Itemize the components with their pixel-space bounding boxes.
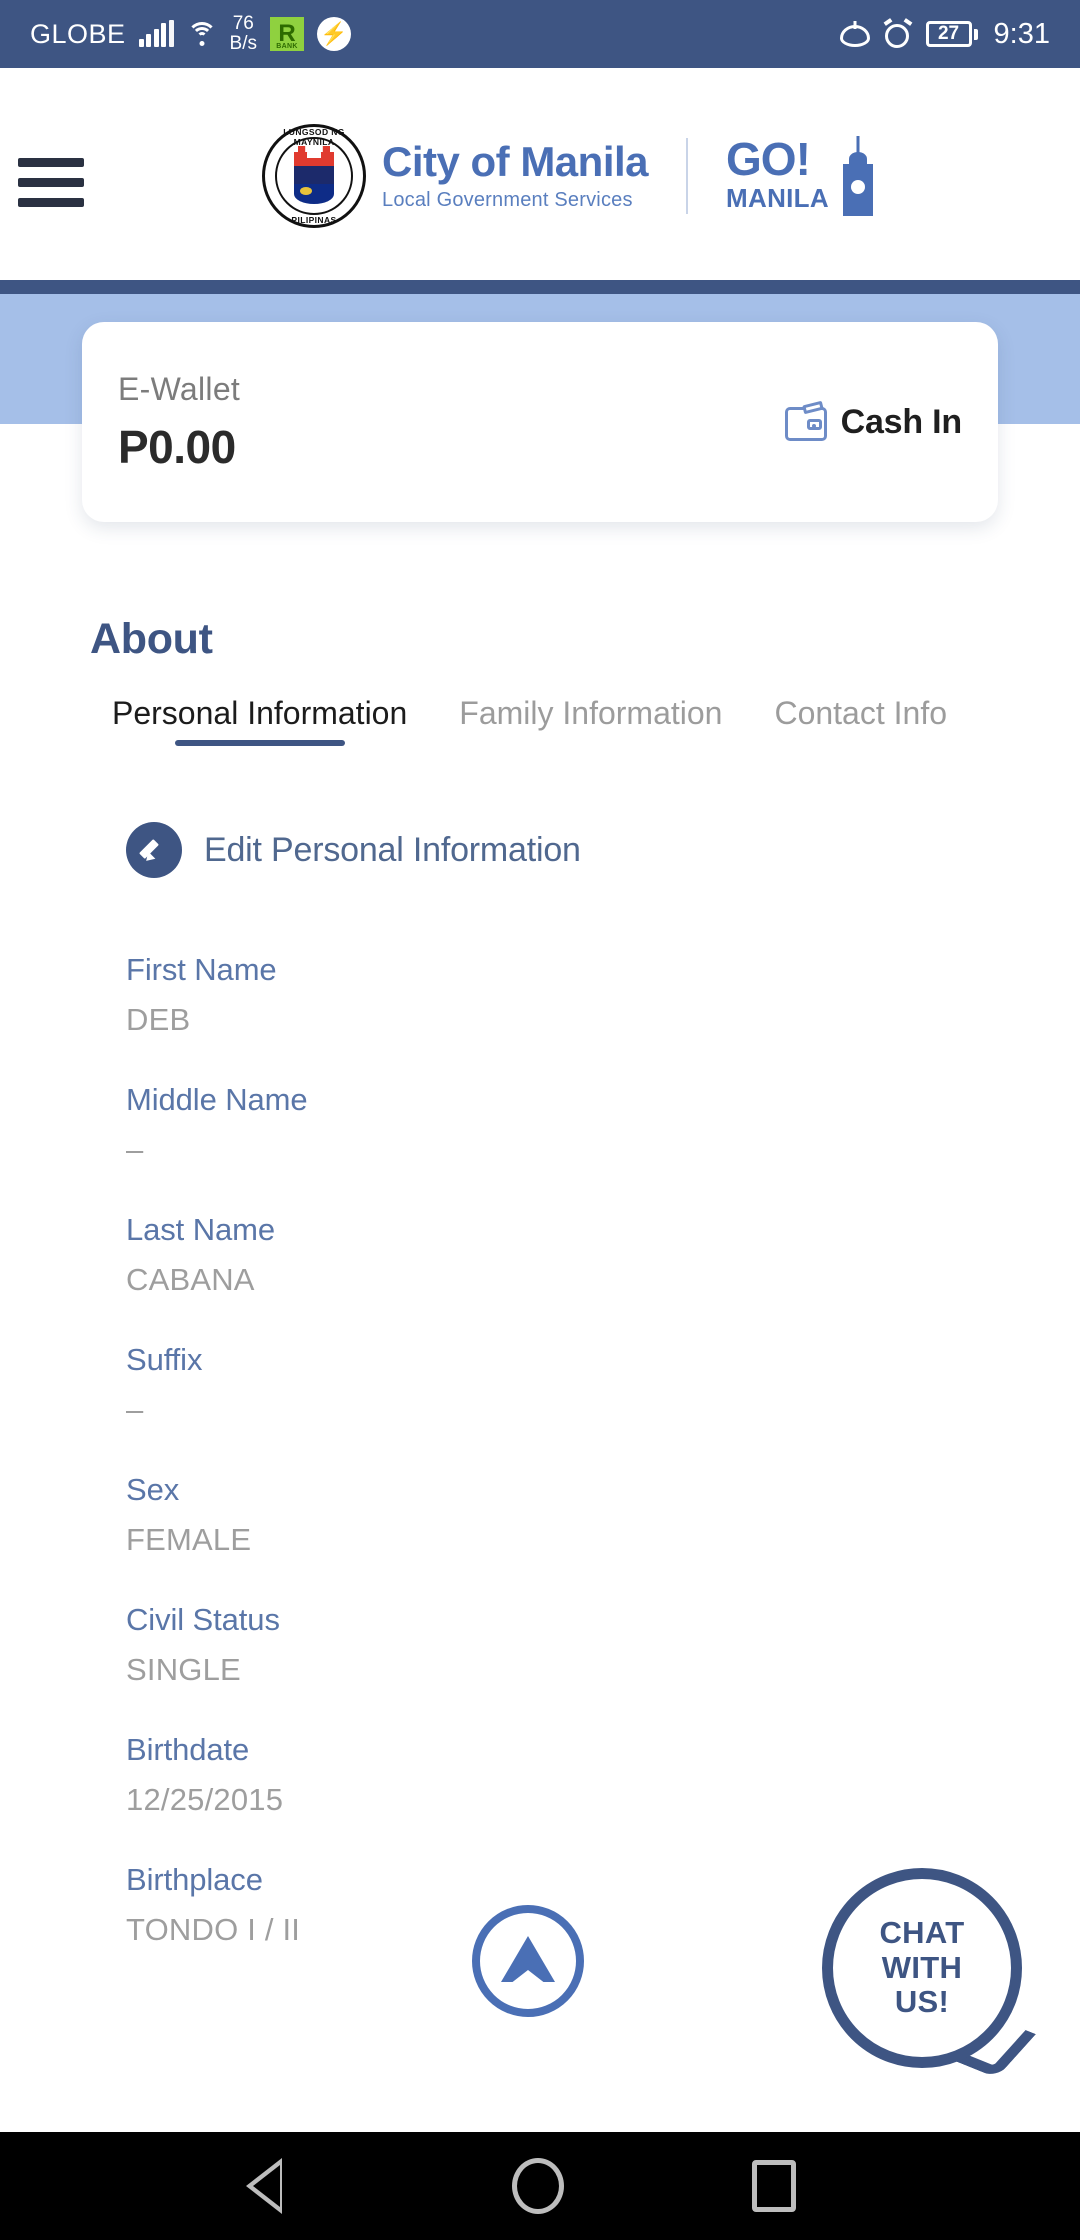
field-value: – — [126, 1132, 144, 1167]
header-accent-bar — [0, 280, 1080, 294]
chat-line-1: CHAT — [879, 1914, 965, 1950]
alarm-icon — [883, 18, 912, 48]
tab-contact-information[interactable]: Contact Info — [774, 695, 947, 746]
about-tabs: Personal Information Family Information … — [0, 695, 1080, 746]
wifi-icon — [186, 22, 217, 46]
recents-square-icon[interactable] — [752, 2160, 796, 2212]
field-first-name: First Name DEB — [126, 952, 946, 1038]
field-sex: Sex FEMALE — [126, 1472, 946, 1558]
battery-icon: 27 — [925, 21, 978, 47]
app-header: LUNGSOD NG MAYNILA PILIPINAS City of Man… — [0, 68, 1080, 280]
hamburger-menu-icon[interactable] — [18, 158, 84, 207]
page-title: About — [90, 615, 213, 663]
tab-personal-information[interactable]: Personal Information — [112, 695, 407, 746]
network-speed-value: 76 — [232, 13, 254, 34]
field-label: Civil Status — [126, 1602, 280, 1637]
network-speed-unit: B/s — [229, 33, 257, 54]
eye-care-icon — [839, 21, 870, 47]
network-speed-indicator: 76 B/s — [230, 14, 257, 54]
signal-strength-icon — [138, 20, 174, 47]
brand-logo-group: LUNGSOD NG MAYNILA PILIPINAS City of Man… — [262, 124, 877, 228]
messenger-icon: ⚡ — [317, 17, 351, 51]
ewallet-balance: P0.00 — [118, 420, 236, 473]
scroll-to-top-button[interactable] — [472, 1905, 584, 2017]
chat-line-3: US! — [894, 1984, 950, 2020]
personal-information-fields: First Name DEB Middle Name – Last Name C… — [126, 952, 946, 1992]
field-value: CABANA — [126, 1262, 255, 1297]
go-label: GO! — [726, 132, 811, 185]
manila-label: MANILA — [726, 183, 829, 214]
seal-bottom-text: PILIPINAS — [291, 215, 337, 225]
system-navigation-bar — [0, 2132, 1080, 2240]
field-label: Sex — [126, 1472, 180, 1507]
scroll-to-top-arrow-icon — [501, 1936, 555, 1982]
phone-screen: GLOBE 76 B/s R ⚡ 27 9:31 — [0, 0, 1080, 2240]
manila-tower-icon — [839, 136, 877, 216]
field-value: FEMALE — [126, 1522, 252, 1557]
field-value: 12/25/2015 — [126, 1782, 284, 1817]
status-bar-left: GLOBE 76 B/s R ⚡ — [30, 14, 351, 54]
chat-with-us-button[interactable]: CHAT WITH US! — [822, 1868, 1037, 2078]
field-label: Birthdate — [126, 1732, 250, 1767]
field-civil-status: Civil Status SINGLE — [126, 1602, 946, 1688]
chat-with-us-label: CHAT WITH US! — [879, 1914, 965, 2020]
pencil-icon — [126, 822, 182, 878]
bank-app-icon: R — [270, 17, 304, 51]
ewallet-label: E-Wallet — [118, 370, 241, 407]
tab-family-information[interactable]: Family Information — [459, 695, 722, 746]
field-label: First Name — [126, 952, 277, 987]
manila-city-seal-icon: LUNGSOD NG MAYNILA PILIPINAS — [262, 124, 366, 228]
field-suffix: Suffix – — [126, 1342, 946, 1428]
field-value: SINGLE — [126, 1652, 241, 1687]
status-bar: GLOBE 76 B/s R ⚡ 27 9:31 — [0, 0, 1080, 68]
brand-text-block: City of Manila Local Government Services — [382, 138, 649, 211]
wallet-icon — [784, 400, 827, 441]
back-triangle-icon[interactable] — [246, 2158, 318, 2214]
field-label: Middle Name — [126, 1082, 308, 1117]
edit-personal-information-button[interactable]: Edit Personal Information — [126, 822, 581, 878]
cash-in-button[interactable]: Cash In — [784, 400, 963, 442]
seal-top-text: LUNGSOD NG MAYNILA — [283, 127, 345, 147]
field-middle-name: Middle Name – — [126, 1082, 946, 1168]
field-value: – — [126, 1392, 144, 1427]
brand-subtitle: Local Government Services — [382, 188, 633, 211]
logo-divider — [686, 138, 689, 214]
chat-line-2: WITH — [881, 1949, 963, 1985]
cash-in-label: Cash In — [840, 402, 963, 441]
field-label: Suffix — [126, 1342, 203, 1377]
chat-bubble-body: CHAT WITH US! — [822, 1868, 1022, 2068]
ewallet-card[interactable]: E-Wallet P0.00 Cash In — [82, 322, 998, 522]
home-circle-icon[interactable] — [512, 2158, 564, 2214]
field-value: DEB — [126, 1002, 191, 1037]
field-birthdate: Birthdate 12/25/2015 — [126, 1732, 946, 1818]
status-bar-right: 27 9:31 — [839, 17, 1050, 51]
go-manila-logo: GO! MANILA — [726, 136, 877, 216]
carrier-label: GLOBE — [30, 18, 126, 49]
field-label: Last Name — [126, 1212, 275, 1247]
edit-personal-information-label: Edit Personal Information — [204, 830, 581, 869]
clock-label: 9:31 — [993, 17, 1050, 50]
ewallet-info: E-Wallet P0.00 — [118, 371, 240, 474]
battery-percent: 27 — [925, 21, 972, 47]
field-last-name: Last Name CABANA — [126, 1212, 946, 1298]
brand-title: City of Manila — [382, 138, 649, 186]
